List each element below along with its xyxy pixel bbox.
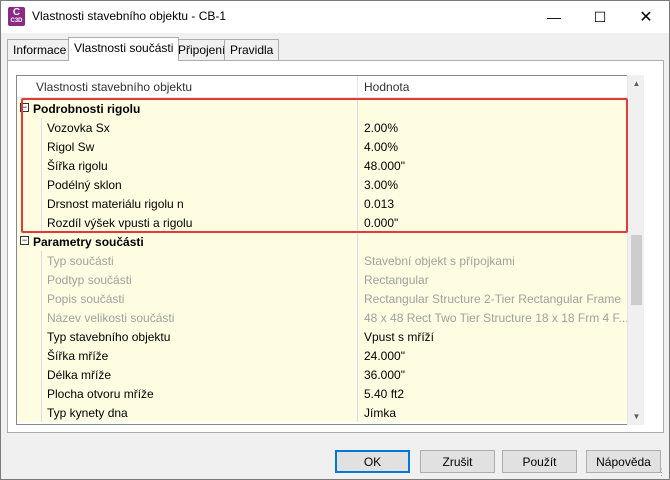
app-icon-label: C (12, 7, 21, 18)
resize-grip-icon[interactable]: ⋮ (657, 467, 667, 477)
property-value: Rectangular Structure 2-Tier Rectangular… (357, 289, 627, 308)
tab-informace[interactable]: Informace (7, 39, 73, 60)
property-value[interactable]: 0.013 (357, 194, 627, 213)
minimize-button[interactable]: — (531, 1, 577, 33)
property-row[interactable]: Podélný sklon 3.00% (17, 175, 627, 194)
maximize-icon: ☐ (593, 8, 607, 25)
column-header-value[interactable]: Hodnota (364, 76, 409, 98)
grid-rows: − Podrobnosti rigolu Vozovka Sx 2.00% Ri… (17, 99, 627, 422)
property-row: Typ součásti Stavební objekt s přípojkam… (17, 251, 627, 270)
title-bar[interactable]: C C3D Vlastnosti stavebního objektu - CB… (1, 1, 669, 33)
minimize-icon: — (547, 9, 561, 25)
property-row[interactable]: Rigol Sw 4.00% (17, 137, 627, 156)
property-value[interactable]: 4.00% (357, 137, 627, 156)
property-row: Název velikosti součásti 48 x 48 Rect Tw… (17, 308, 627, 327)
property-row[interactable]: Vozovka Sx 2.00% (17, 118, 627, 137)
window-title: Vlastnosti stavebního objektu - CB-1 (32, 9, 227, 23)
property-value[interactable]: 2.00% (357, 118, 627, 137)
group-row-parametry-soucasti[interactable]: − Parametry součásti (17, 232, 627, 251)
property-value[interactable]: 5.40 ft2 (357, 384, 627, 403)
vertical-scrollbar[interactable]: ▲ ▼ (627, 75, 644, 425)
property-value[interactable]: 48.000" (357, 156, 627, 175)
ok-button[interactable]: OK (335, 450, 410, 473)
property-label: Název velikosti součásti (47, 311, 175, 325)
property-label: Typ kynety dna (47, 406, 128, 420)
property-value[interactable]: 24.000" (357, 346, 627, 365)
property-label: Plocha otvoru mříže (47, 387, 154, 401)
property-label: Podtyp součásti (47, 273, 132, 287)
property-label: Rigol Sw (47, 140, 95, 154)
column-separator[interactable] (357, 76, 358, 98)
scrollbar-thumb[interactable] (631, 235, 642, 305)
property-row[interactable]: Plocha otvoru mříže 5.40 ft2 (17, 384, 627, 403)
property-row[interactable]: Typ kynety dna Jímka (17, 403, 627, 422)
property-row[interactable]: Drsnost materiálu rigolu n 0.013 (17, 194, 627, 213)
civil3d-app-icon: C C3D (8, 7, 25, 26)
property-label: Šířka rigolu (47, 159, 108, 173)
property-value[interactable]: 36.000" (357, 365, 627, 384)
tab-vlastnosti-soucasti[interactable]: Vlastnosti součásti (68, 37, 180, 61)
property-label: Rozdíl výšek vpusti a rigolu (47, 216, 193, 230)
property-value: 48 x 48 Rect Two Tier Structure 18 x 18 … (357, 308, 627, 327)
close-icon: ✕ (639, 9, 653, 26)
collapse-icon[interactable]: − (20, 103, 29, 112)
property-label: Drsnost materiálu rigolu n (47, 197, 184, 211)
property-row[interactable]: Typ stavebního objektu Vpust s mříží (17, 327, 627, 346)
property-row: Popis součásti Rectangular Structure 2-T… (17, 289, 627, 308)
app-icon-sublabel: C3D (10, 18, 23, 24)
group-label: Parametry součásti (33, 235, 144, 249)
apply-button[interactable]: Použít (502, 450, 577, 473)
scroll-down-icon[interactable]: ▼ (628, 408, 645, 425)
property-value[interactable]: 0.000" (357, 213, 627, 232)
property-label: Popis součásti (47, 292, 125, 306)
property-value: Stavební objekt s přípojkami (357, 251, 627, 270)
property-value[interactable]: Vpust s mříží (357, 327, 627, 346)
scroll-up-icon[interactable]: ▲ (628, 75, 645, 92)
group-row-podrobnosti-rigolu[interactable]: − Podrobnosti rigolu (17, 99, 627, 118)
property-row: Podtyp součásti Rectangular (17, 270, 627, 289)
group-label: Podrobnosti rigolu (33, 102, 141, 116)
property-grid: Vlastnosti stavebního objektu Hodnota − … (16, 75, 644, 425)
collapse-icon[interactable]: − (20, 236, 29, 245)
tab-pravidla[interactable]: Pravidla (224, 39, 280, 60)
help-button[interactable]: Nápověda (586, 450, 661, 473)
maximize-button[interactable]: ☐ (577, 1, 623, 33)
property-row[interactable]: Rozdíl výšek vpusti a rigolu 0.000" (17, 213, 627, 232)
property-label: Podélný sklon (47, 178, 122, 192)
property-label: Délka mříže (47, 368, 112, 382)
dialog-window: C C3D Vlastnosti stavebního objektu - CB… (0, 0, 670, 480)
property-row[interactable]: Délka mříže 36.000" (17, 365, 627, 384)
cancel-button[interactable]: Zrušit (420, 450, 495, 473)
column-header-property[interactable]: Vlastnosti stavebního objektu (36, 76, 192, 98)
property-label: Šířka mříže (47, 349, 109, 363)
property-label: Typ stavebního objektu (47, 330, 171, 344)
property-value[interactable]: Jímka (357, 403, 627, 422)
grid-header: Vlastnosti stavebního objektu Hodnota (17, 76, 643, 98)
property-value[interactable]: 3.00% (357, 175, 627, 194)
property-label: Typ součásti (47, 254, 114, 268)
close-button[interactable]: ✕ (623, 1, 669, 33)
property-row[interactable]: Šířka rigolu 48.000" (17, 156, 627, 175)
property-value: Rectangular (357, 270, 627, 289)
property-label: Vozovka Sx (47, 121, 110, 135)
property-row[interactable]: Šířka mříže 24.000" (17, 346, 627, 365)
tab-pripojeni[interactable]: Připojení (172, 39, 232, 60)
